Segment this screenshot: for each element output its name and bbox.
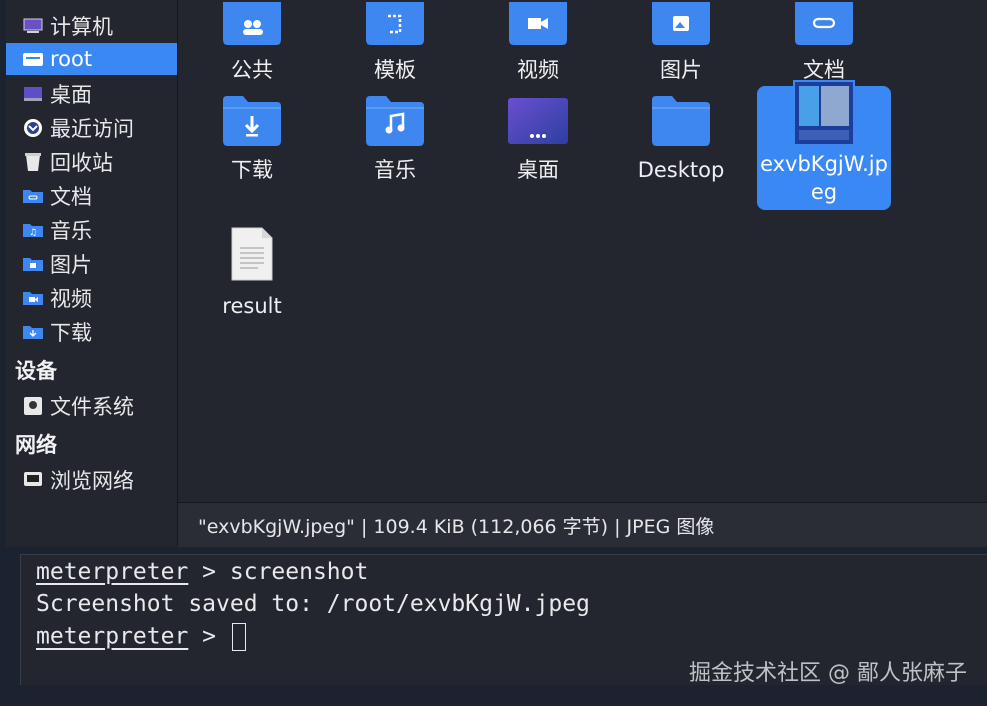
file-label: Desktop (637, 158, 725, 182)
file-label: 下载 (231, 158, 273, 182)
sidebar-item-music[interactable]: ♫ 音乐 (6, 214, 177, 246)
status-bar: "exvbKgjW.jpeg" | 109.4 KiB (112,066 字节)… (178, 502, 987, 547)
file-label: 模板 (374, 58, 416, 82)
public-folder-icon (223, 0, 281, 46)
sidebar-item-videos[interactable]: 视频 (6, 282, 177, 314)
sidebar-item-pictures[interactable]: 图片 (6, 248, 177, 280)
file-item-videos[interactable]: 视频 (471, 0, 605, 84)
image-thumbnail-icon (793, 80, 855, 146)
text-file-icon (230, 222, 274, 282)
file-label: 音乐 (374, 158, 416, 182)
file-item-pictures[interactable]: 图片 (614, 0, 748, 84)
sidebar-item-label: 文件系统 (50, 395, 134, 419)
recent-icon (22, 117, 44, 139)
terminal-prompt: meterpreter (36, 623, 189, 650)
sidebar-item-label: 桌面 (50, 83, 92, 107)
videos-folder-icon (509, 0, 567, 46)
sidebar-item-browse-network[interactable]: 浏览网络 (6, 464, 177, 496)
sidebar-item-documents[interactable]: 文档 (6, 180, 177, 212)
file-label: 视频 (517, 58, 559, 82)
documents-folder-icon (795, 0, 853, 46)
sidebar-item-label: 计算机 (50, 15, 113, 39)
sidebar-item-label: 回收站 (50, 151, 113, 175)
sidebar-item-label: 文档 (50, 185, 92, 209)
pictures-folder-icon (22, 253, 44, 275)
desktop-icon (22, 83, 44, 105)
terminal-cursor (231, 623, 246, 651)
sidebar-item-desktop[interactable]: 桌面 (6, 78, 177, 110)
file-label: 公共 (231, 58, 273, 82)
music-folder-icon (366, 86, 424, 146)
terminal-prompt-suffix: > (188, 623, 230, 650)
file-label: 图片 (660, 58, 702, 82)
sidebar-item-label: 音乐 (50, 219, 92, 243)
network-header: 网络 (15, 433, 57, 457)
file-grid: 公共 模板 视频 图片 文档 下载 音乐 桌面 Desktop exvbKgjW… (178, 0, 987, 502)
documents-folder-icon (22, 185, 44, 207)
devices-header: 设备 (15, 359, 57, 383)
sidebar-item-label: root (50, 47, 93, 71)
trash-icon (22, 151, 44, 173)
downloads-folder-icon (223, 86, 281, 146)
sidebar-item-root[interactable]: root (6, 43, 177, 75)
sidebar-item-downloads[interactable]: 下载 (6, 316, 177, 348)
network-icon (22, 469, 44, 491)
terminal-prompt: meterpreter (36, 559, 189, 585)
downloads-folder-icon (22, 321, 44, 343)
folder-icon (652, 86, 710, 146)
file-item-desktop-cn[interactable]: 桌面 (471, 86, 605, 210)
drive-icon (22, 395, 44, 417)
videos-folder-icon (22, 287, 44, 309)
sidebar-item-trash[interactable]: 回收站 (6, 146, 177, 178)
file-label: exvbKgjW.jpeg (760, 152, 888, 204)
file-label: result (222, 294, 282, 318)
file-item-result[interactable]: result (185, 222, 319, 320)
sidebar-item-label: 图片 (50, 253, 92, 277)
sidebar-item-filesystem[interactable]: 文件系统 (6, 390, 177, 422)
pictures-folder-icon (652, 0, 710, 46)
sidebar-item-computer[interactable]: 计算机 (6, 10, 177, 42)
desktop-folder-icon (508, 86, 568, 146)
file-manager-window: 计算机 root 桌面 最近访问 回收站 文档 ♫ 音乐 图片 视频 下载 设备… (6, 0, 987, 547)
terminal-line-1: meterpreter > screenshot (36, 559, 368, 585)
file-item-music[interactable]: 音乐 (328, 86, 462, 210)
file-item-templates[interactable]: 模板 (328, 0, 462, 84)
file-item-downloads[interactable]: 下载 (185, 86, 319, 210)
terminal-line-2: Screenshot saved to: /root/exvbKgjW.jpeg (36, 591, 590, 617)
sidebar-item-label: 下载 (50, 321, 92, 345)
file-item-documents[interactable]: 文档 (757, 0, 891, 84)
svg-text:♫: ♫ (29, 228, 37, 238)
sidebar-item-label: 视频 (50, 287, 92, 311)
watermark: 掘金技术社区 @ 鄙人张麻子 (689, 661, 967, 686)
music-folder-icon: ♫ (22, 219, 44, 241)
sidebar: 计算机 root 桌面 最近访问 回收站 文档 ♫ 音乐 图片 视频 下载 设备… (6, 0, 178, 547)
file-label: 桌面 (517, 158, 559, 182)
sidebar-item-label: 最近访问 (50, 117, 134, 141)
templates-folder-icon (366, 0, 424, 46)
computer-icon (22, 15, 44, 37)
terminal-line-3: meterpreter > (36, 623, 246, 651)
file-item-desktop[interactable]: Desktop (614, 86, 748, 210)
terminal-command: > screenshot (188, 559, 369, 585)
file-item-public[interactable]: 公共 (185, 0, 319, 84)
home-folder-icon (22, 48, 44, 70)
sidebar-item-label: 浏览网络 (50, 469, 134, 493)
file-item-exvbkgjw-jpeg[interactable]: exvbKgjW.jpeg (757, 80, 891, 210)
sidebar-item-recent[interactable]: 最近访问 (6, 112, 177, 144)
